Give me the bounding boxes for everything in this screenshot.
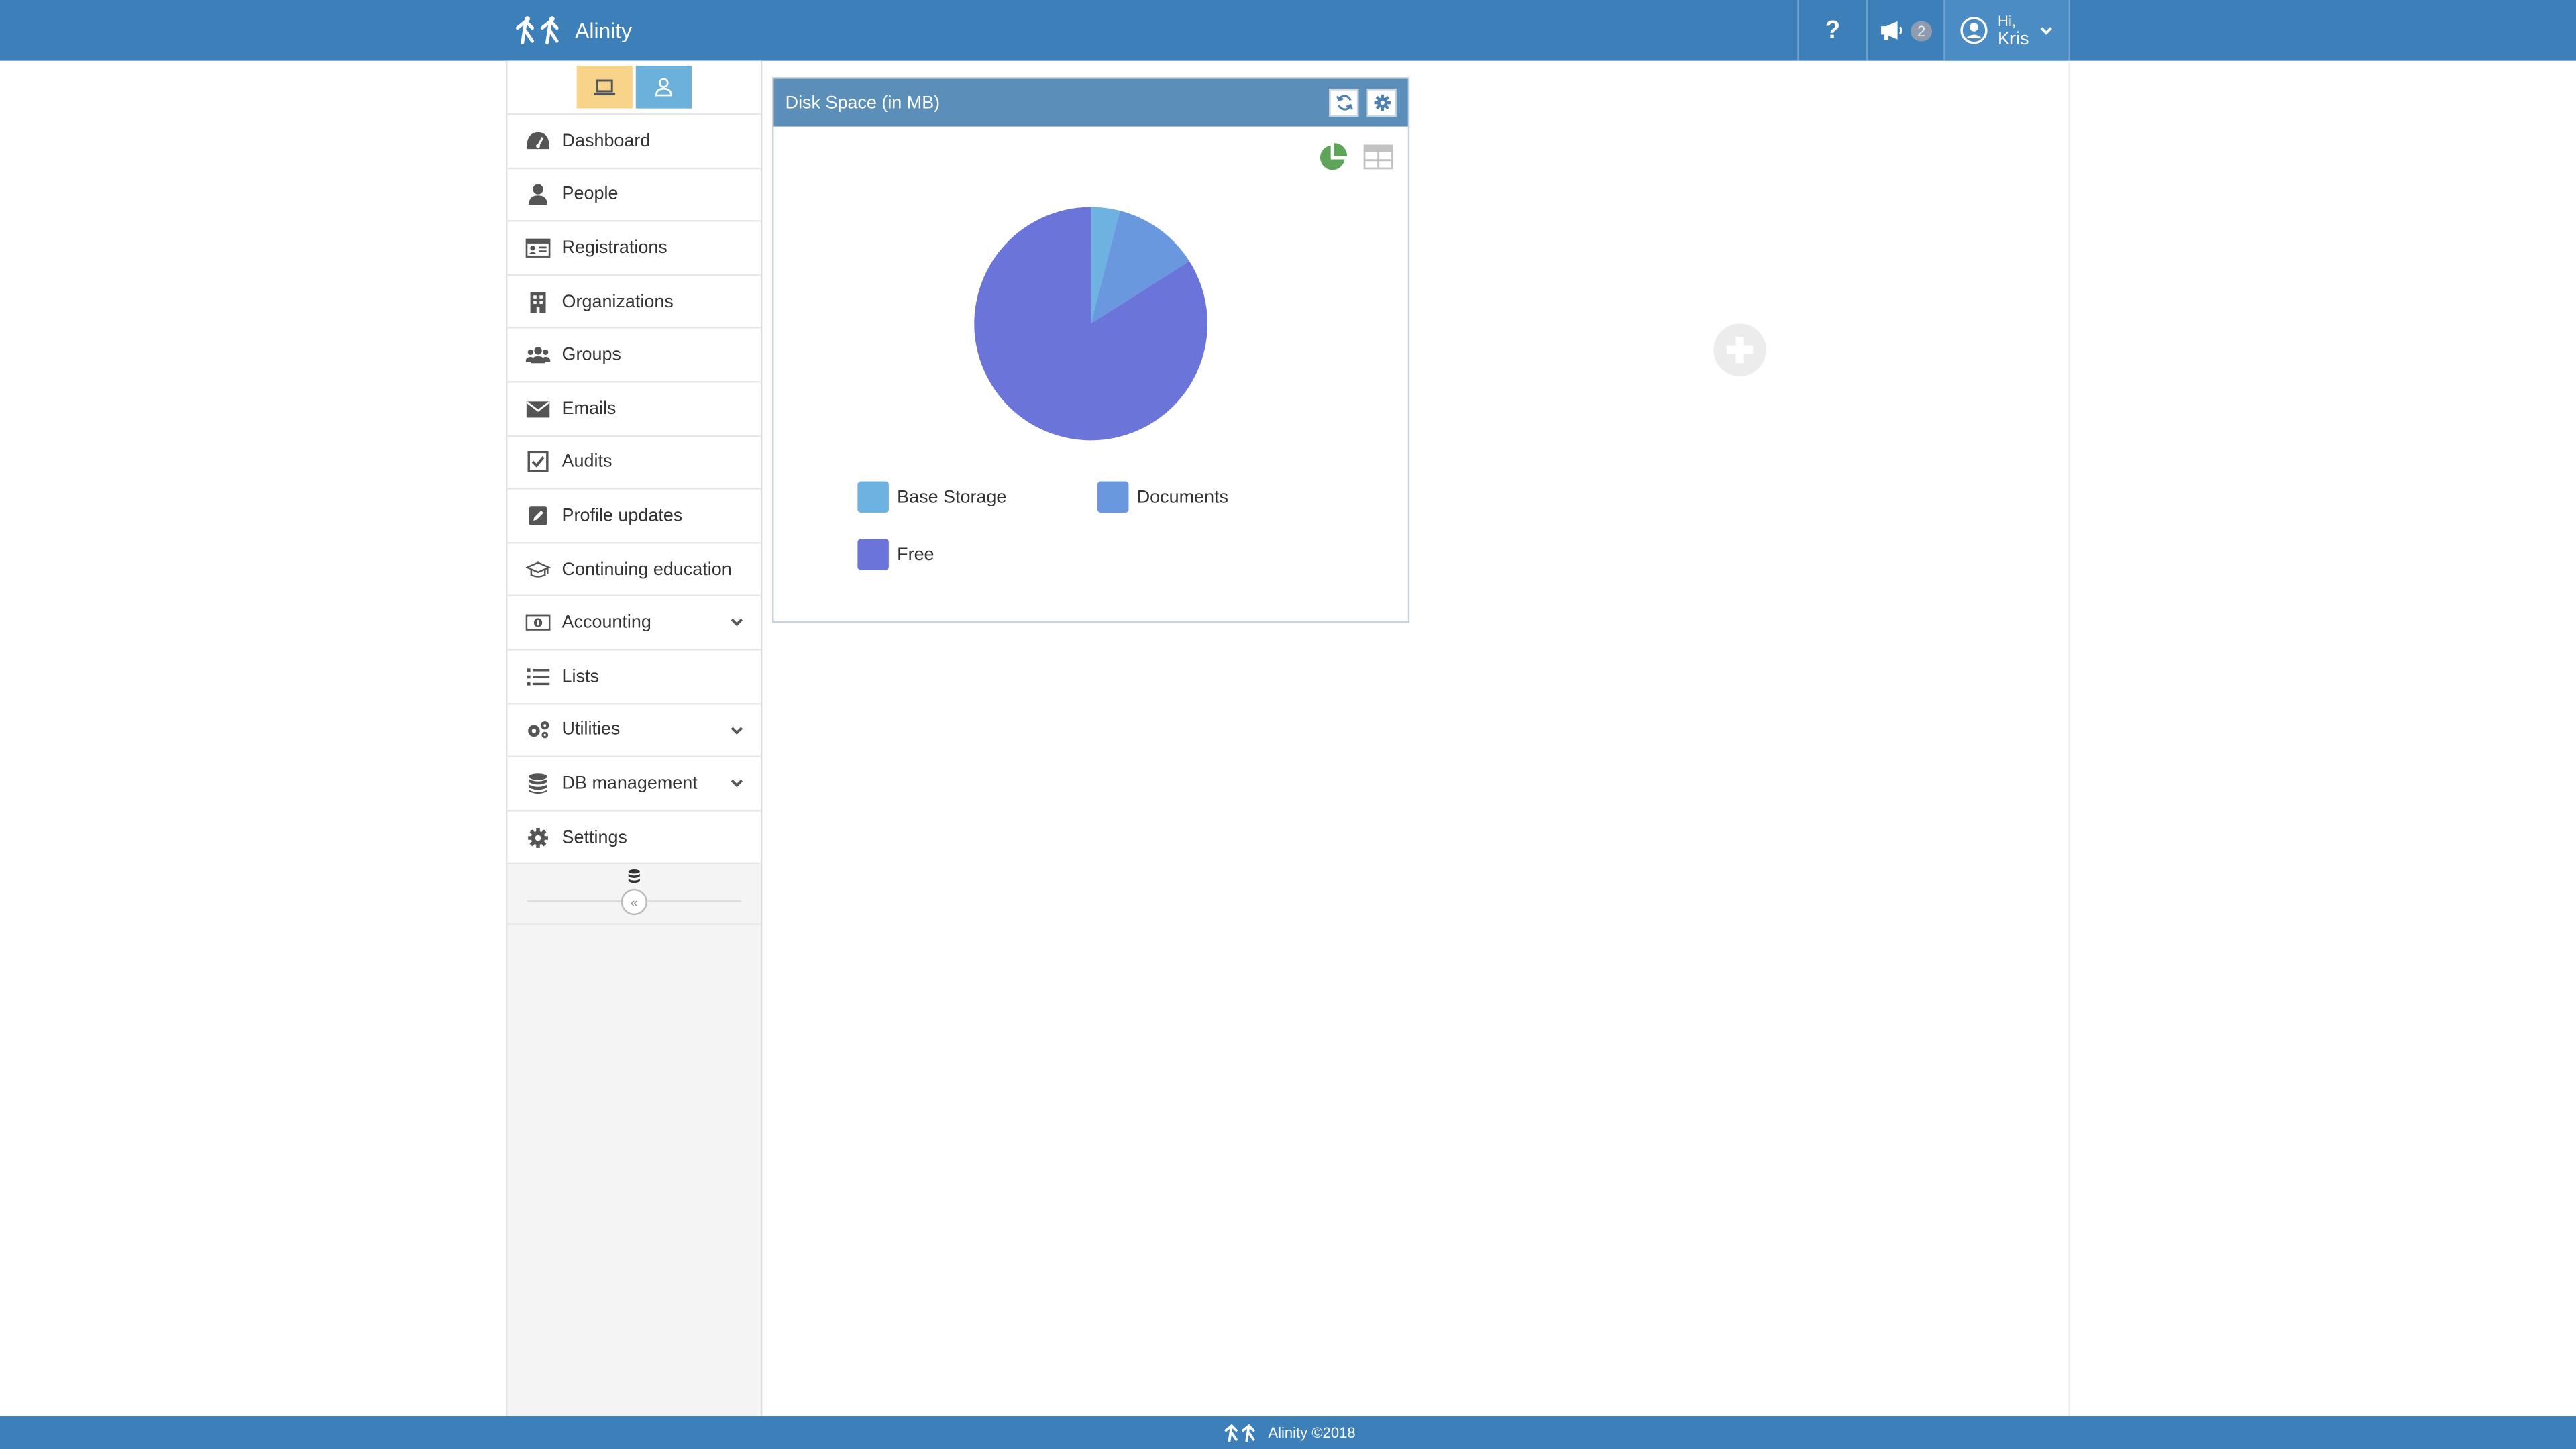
sidebar-item-label: Dashboard (561, 131, 651, 151)
legend-swatch (857, 539, 889, 570)
laptop-icon (594, 78, 616, 95)
app-name: Alinity (575, 17, 633, 43)
sidebar-item-label: DB management (561, 773, 698, 794)
sidebar-footer: « (507, 864, 761, 926)
sidebar-item-label: Continuing education (561, 559, 732, 580)
sidebar-item-label: Emails (561, 398, 616, 419)
alinity-logo-icon (515, 15, 559, 44)
legend-item[interactable]: Documents (1097, 481, 1228, 513)
sidebar-item-people[interactable]: People (507, 168, 761, 223)
checkbox-icon (523, 451, 552, 474)
pie-chart-toggle-icon[interactable] (1316, 142, 1349, 174)
chevron-down-icon (2040, 27, 2052, 35)
megaphone-icon (1881, 21, 1902, 41)
person-outline-icon (655, 78, 672, 97)
database-icon (628, 869, 640, 884)
graduation-cap-icon (523, 558, 552, 581)
widget-title: Disk Space (in MB) (785, 93, 941, 113)
legend-item[interactable]: Base Storage (857, 481, 1007, 513)
edit-icon (523, 504, 552, 527)
chevron-down-icon (731, 780, 743, 788)
sidebar-item-utilities[interactable]: Utilities (507, 704, 761, 758)
user-greeting: Hi, (1998, 12, 2016, 29)
sidebar-item-label: Audits (561, 452, 612, 472)
money-icon (523, 611, 552, 634)
legend-swatch (1097, 481, 1129, 513)
help-button[interactable]: ? (1797, 0, 1866, 61)
building-icon (523, 290, 552, 313)
sidebar-item-lists[interactable]: Lists (507, 650, 761, 704)
sidebar-item-label: Groups (561, 345, 621, 366)
user-menu-button[interactable]: Hi, Kris (1943, 0, 2070, 61)
sidebar-item-label: Settings (561, 827, 627, 847)
disk-space-pie-chart (974, 207, 1208, 441)
disk-space-widget: Disk Space (in MB) Base Storage Document… (772, 77, 1410, 623)
sidebar: Dashboard People Registrations Organizat… (506, 60, 763, 1417)
users-icon (523, 343, 552, 366)
sidebar-item-label: Lists (561, 666, 599, 687)
brand[interactable]: Alinity (513, 0, 632, 61)
gear-icon (1373, 94, 1390, 111)
list-icon (523, 665, 552, 688)
gears-icon (523, 718, 552, 741)
sidebar-item-label: Utilities (561, 720, 621, 740)
footer-copyright: Alinity ©2018 (1268, 1424, 1356, 1441)
dashboard-icon (523, 129, 552, 152)
table-view-toggle-icon[interactable] (1363, 144, 1393, 170)
refresh-button[interactable] (1329, 89, 1359, 117)
sidebar-item-audits[interactable]: Audits (507, 436, 761, 490)
sidebar-item-registrations[interactable]: Registrations (507, 222, 761, 276)
person-mode-button[interactable] (635, 65, 692, 109)
alinity-logo-icon (1224, 1424, 1255, 1442)
chevron-down-icon (731, 726, 743, 734)
sidebar-item-label: Profile updates (561, 506, 683, 526)
content-divider (2068, 60, 2070, 1417)
id-card-icon (523, 237, 552, 260)
sidebar-item-db-management[interactable]: DB management (507, 757, 761, 812)
user-name: Kris (1998, 28, 2029, 49)
sidebar-item-groups[interactable]: Groups (507, 329, 761, 383)
notifications-button[interactable]: 2 (1866, 0, 1943, 61)
widget-settings-button[interactable] (1366, 89, 1397, 117)
top-navbar: Alinity ? 2 Hi, Kris (0, 0, 2576, 61)
database-icon (523, 772, 552, 795)
envelope-icon (523, 397, 552, 420)
sidebar-item-label: People (561, 184, 619, 205)
sidebar-item-continuing-education[interactable]: Continuing education (507, 543, 761, 597)
sidebar-item-dashboard[interactable]: Dashboard (507, 115, 761, 169)
refresh-icon (1335, 95, 1352, 111)
legend-label: Base Storage (897, 487, 1007, 507)
chevron-down-icon (731, 619, 743, 627)
plus-icon (1726, 337, 1754, 364)
user-circle-icon (1960, 17, 1988, 44)
sidebar-item-settings[interactable]: Settings (507, 811, 761, 865)
mode-switcher (507, 60, 761, 115)
help-label: ? (1825, 16, 1841, 45)
legend-label: Documents (1136, 487, 1228, 507)
sidebar-item-profile-updates[interactable]: Profile updates (507, 490, 761, 544)
legend-label: Free (897, 544, 934, 565)
desktop-mode-button[interactable] (576, 65, 633, 109)
gear-icon (523, 826, 552, 849)
notification-count-badge: 2 (1911, 20, 1933, 41)
add-widget-button[interactable] (1713, 323, 1766, 376)
legend-swatch (857, 481, 889, 513)
widget-header: Disk Space (in MB) (773, 78, 1408, 127)
sidebar-item-label: Registrations (561, 238, 667, 258)
sidebar-item-accounting[interactable]: Accounting (507, 596, 761, 651)
sidebar-item-label: Organizations (561, 291, 674, 312)
sidebar-item-emails[interactable]: Emails (507, 382, 761, 437)
sidebar-item-organizations[interactable]: Organizations (507, 275, 761, 329)
legend-item[interactable]: Free (857, 539, 934, 570)
footer: Alinity ©2018 (0, 1416, 2576, 1449)
sidebar-item-label: Accounting (561, 612, 651, 633)
collapse-sidebar-button[interactable]: « (621, 889, 647, 916)
person-icon (523, 183, 552, 206)
